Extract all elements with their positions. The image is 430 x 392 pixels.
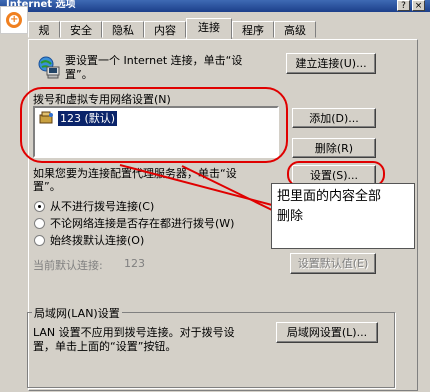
tab-connections[interactable]: 连接	[186, 18, 232, 39]
annotation-line2: 删除	[277, 209, 304, 224]
annotation-callout: 把里面的内容全部 删除	[271, 183, 415, 249]
annotation-line1: 把里面的内容全部	[277, 189, 382, 204]
